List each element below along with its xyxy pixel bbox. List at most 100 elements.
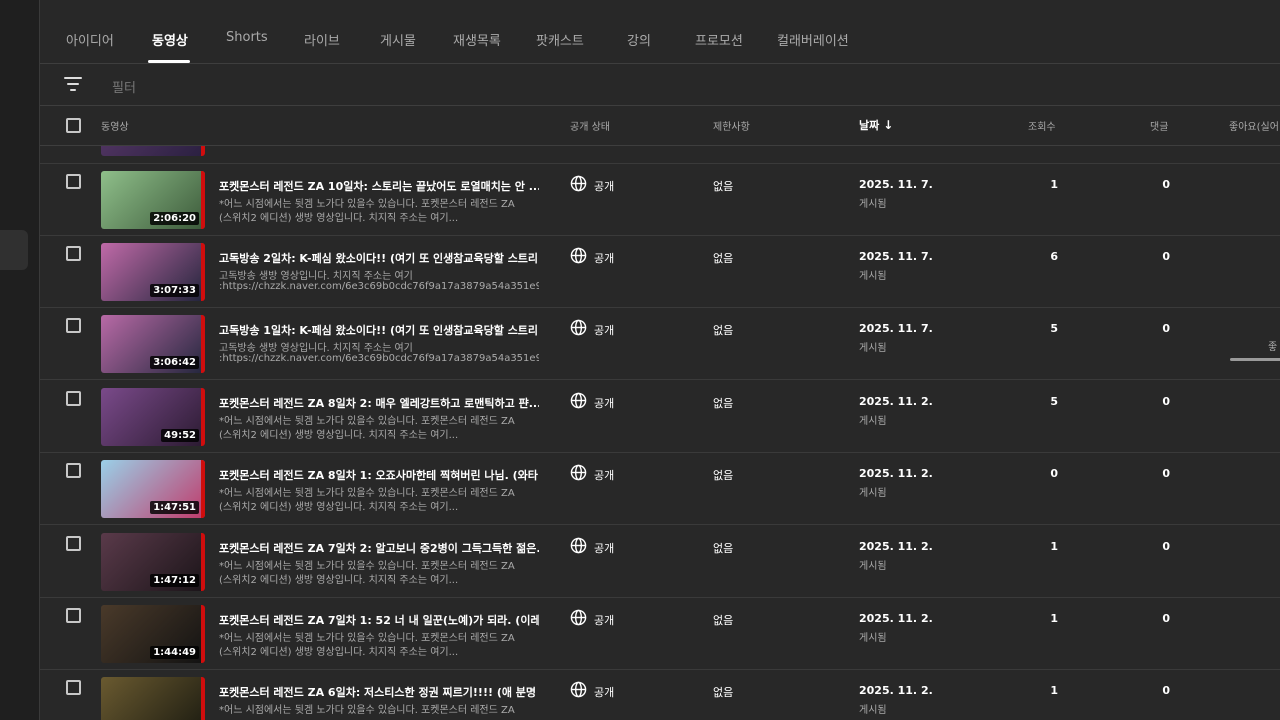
- tab-posts[interactable]: 게시물: [380, 30, 416, 49]
- view-count: 5: [1050, 395, 1058, 408]
- video-title[interactable]: 고독방송 2일차: K-페심 왔소이다!! (여기 또 인생참교육당할 스트리.…: [219, 250, 539, 266]
- table-row[interactable]: 1:47:12 포켓몬스터 레전드 ZA 7일차 2: 알고보니 중2병이 그득그…: [40, 526, 1280, 598]
- video-thumbnail[interactable]: [101, 677, 205, 720]
- video-description-line2: (스위치2 에디션) 생방 영상입니다. 치지직 주소는 여기...: [219, 430, 459, 441]
- likes-ratio-label: 좋: [1268, 342, 1278, 353]
- video-thumbnail[interactable]: 3:06:42: [101, 315, 205, 373]
- video-description-line2: :https://chzzk.naver.com/6e3c69b0cdc76f9…: [219, 353, 539, 364]
- row-checkbox[interactable]: [66, 174, 81, 189]
- tab-live[interactable]: 라이브: [304, 30, 340, 49]
- video-duration: 1:47:51: [150, 501, 199, 514]
- video-thumbnail[interactable]: 1:47:12: [101, 533, 205, 591]
- video-title[interactable]: 포켓몬스터 레전드 ZA 7일차 2: 알고보니 중2병이 그득그득한 젊은..…: [219, 540, 539, 556]
- row-checkbox[interactable]: [66, 246, 81, 261]
- video-thumbnail[interactable]: 49:52: [101, 388, 205, 446]
- visibility-label: 공개: [594, 252, 615, 265]
- restriction-status: 없음: [713, 180, 734, 193]
- row-checkbox[interactable]: [66, 536, 81, 551]
- active-tab-indicator: [148, 60, 190, 63]
- video-title[interactable]: 고독방송 1일차: K-페심 왔소이다!! (여기 또 인생참교육당할 스트리.…: [219, 322, 539, 338]
- publish-status: 게시됨: [859, 561, 887, 572]
- row-checkbox[interactable]: [66, 391, 81, 406]
- column-header-comments[interactable]: 댓글: [1150, 118, 1168, 133]
- row-checkbox[interactable]: [66, 608, 81, 623]
- restriction-status: 없음: [713, 397, 734, 410]
- tab-courses[interactable]: 강의: [627, 30, 651, 49]
- content-tabs: 아이디어 동영상 Shorts 라이브 게시물 재생목록 팟캐스트 강의 프로모…: [40, 0, 1280, 64]
- comment-count: 0: [1162, 467, 1170, 480]
- column-header-video: 동영상: [101, 122, 129, 133]
- tab-collaborations[interactable]: 컬래버레이션: [777, 30, 849, 49]
- visibility-label: 공개: [594, 180, 615, 193]
- publish-date: 2025. 11. 2.: [859, 395, 933, 408]
- visibility-label: 공개: [594, 469, 615, 482]
- video-title[interactable]: 포켓몬스터 레전드 ZA 10일차: 스토리는 끝났어도 로열매치는 안 ...: [219, 178, 539, 194]
- globe-icon: [570, 392, 587, 409]
- video-description-line1: *어느 시점에서는 뒷겜 노가다 있을수 있습니다. 포켓몬스터 레전드 ZA: [219, 488, 515, 499]
- video-description-line2: (스위치2 에디션) 생방 영상입니다. 치지직 주소는 여기...: [219, 575, 459, 586]
- video-thumbnail[interactable]: 1:47:51: [101, 460, 205, 518]
- tab-ideas[interactable]: 아이디어: [66, 30, 114, 49]
- tab-playlists[interactable]: 재생목록: [453, 30, 501, 49]
- globe-icon: [570, 609, 587, 626]
- video-thumbnail[interactable]: 2:06:20: [101, 171, 205, 229]
- table-row[interactable]: 49:52 포켓몬스터 레전드 ZA 8일차 2: 매우 엘레강트하고 로맨틱하고…: [40, 381, 1280, 453]
- publish-status: 게시됨: [859, 416, 887, 427]
- globe-icon: [570, 681, 587, 698]
- column-header-views[interactable]: 조회수: [1028, 118, 1056, 133]
- publish-status: 게시됨: [859, 343, 887, 354]
- tab-videos[interactable]: 동영상: [152, 30, 188, 49]
- visibility-label: 공개: [594, 614, 615, 627]
- view-count: 5: [1050, 322, 1058, 335]
- publish-date: 2025. 11. 7.: [859, 322, 933, 335]
- row-checkbox[interactable]: [66, 680, 81, 695]
- content-panel: 아이디어 동영상 Shorts 라이브 게시물 재생목록 팟캐스트 강의 프로모…: [40, 0, 1280, 720]
- column-header-likes[interactable]: 좋아요(실어: [1229, 118, 1279, 133]
- view-count: 6: [1050, 250, 1058, 263]
- view-count: 1: [1050, 612, 1058, 625]
- comment-count: 0: [1162, 250, 1170, 263]
- column-header-date[interactable]: 날짜 ↓: [859, 117, 893, 133]
- publish-date: 2025. 11. 2.: [859, 540, 933, 553]
- tab-promotions[interactable]: 프로모션: [695, 30, 743, 49]
- comment-count: 0: [1162, 540, 1170, 553]
- globe-icon: [570, 537, 587, 554]
- publish-status: 게시됨: [859, 271, 887, 282]
- filter-input[interactable]: 필터: [112, 77, 136, 96]
- video-description-line1: 고독방송 생방 영상입니다. 치지직 주소는 여기: [219, 271, 413, 282]
- globe-icon: [570, 175, 587, 192]
- table-row[interactable]: 3:07:33 고독방송 2일차: K-페심 왔소이다!! (여기 또 인생참교육…: [40, 236, 1280, 308]
- tab-shorts[interactable]: Shorts: [226, 30, 268, 45]
- restriction-status: 없음: [713, 686, 734, 699]
- video-title[interactable]: 포켓몬스터 레전드 ZA 6일차: 저스티스한 정권 찌르기!!!! (애 분명…: [219, 684, 539, 700]
- comment-count: 0: [1162, 395, 1170, 408]
- table-row[interactable]: 2:06:20 포켓몬스터 레전드 ZA 10일차: 스토리는 끝났어도 로열매치…: [40, 164, 1280, 236]
- table-row[interactable]: 1:47:51 포켓몬스터 레전드 ZA 8일차 1: 오죠사마한테 찍혀버린 나…: [40, 453, 1280, 525]
- publish-status: 게시됨: [859, 199, 887, 210]
- table-row[interactable]: 포켓몬스터 레전드 ZA 6일차: 저스티스한 정권 찌르기!!!! (애 분명…: [40, 670, 1280, 720]
- column-header-restrictions[interactable]: 제한사항: [713, 118, 750, 133]
- row-checkbox[interactable]: [66, 463, 81, 478]
- video-description-line1: *어느 시점에서는 뒷겜 노가다 있을수 있습니다. 포켓몬스터 레전드 ZA: [219, 199, 515, 210]
- comment-count: 0: [1162, 178, 1170, 191]
- tab-podcasts[interactable]: 팟캐스트: [536, 30, 584, 49]
- video-title[interactable]: 포켓몬스터 레전드 ZA 8일차 2: 매우 엘레강트하고 로맨틱하고 퍈...: [219, 395, 539, 411]
- row-checkbox[interactable]: [66, 318, 81, 333]
- sidebar-active-item[interactable]: [0, 230, 28, 270]
- video-title[interactable]: 포켓몬스터 레전드 ZA 7일차 1: 52 너 내 일꾼(노예)가 되라. (…: [219, 612, 539, 628]
- table-row[interactable]: 3:06:42 고독방송 1일차: K-페심 왔소이다!! (여기 또 인생참교육…: [40, 308, 1280, 380]
- video-thumbnail[interactable]: 1:44:49: [101, 605, 205, 663]
- thumbnail-accent-bar: [201, 460, 205, 518]
- column-header-visibility[interactable]: 공개 상태: [570, 118, 610, 133]
- video-title[interactable]: 포켓몬스터 레전드 ZA 8일차 1: 오죠사마한테 찍혀버린 나님. (와타.…: [219, 467, 539, 483]
- video-description-line1: *어느 시점에서는 뒷겜 노가다 있을수 있습니다. 포켓몬스터 레전드 ZA: [219, 705, 515, 716]
- table-row[interactable]: 1:44:49 포켓몬스터 레전드 ZA 7일차 1: 52 너 내 일꾼(노예)…: [40, 598, 1280, 670]
- visibility-label: 공개: [594, 686, 615, 699]
- video-thumbnail[interactable]: 3:07:33: [101, 243, 205, 301]
- select-all-checkbox[interactable]: [66, 118, 81, 133]
- filter-icon[interactable]: [64, 76, 84, 92]
- view-count: 0: [1050, 467, 1058, 480]
- globe-icon: [570, 464, 587, 481]
- view-count: 1: [1050, 178, 1058, 191]
- video-description-line2: (스위치2 에디션) 생방 영상입니다. 치지직 주소는 여기...: [219, 213, 459, 224]
